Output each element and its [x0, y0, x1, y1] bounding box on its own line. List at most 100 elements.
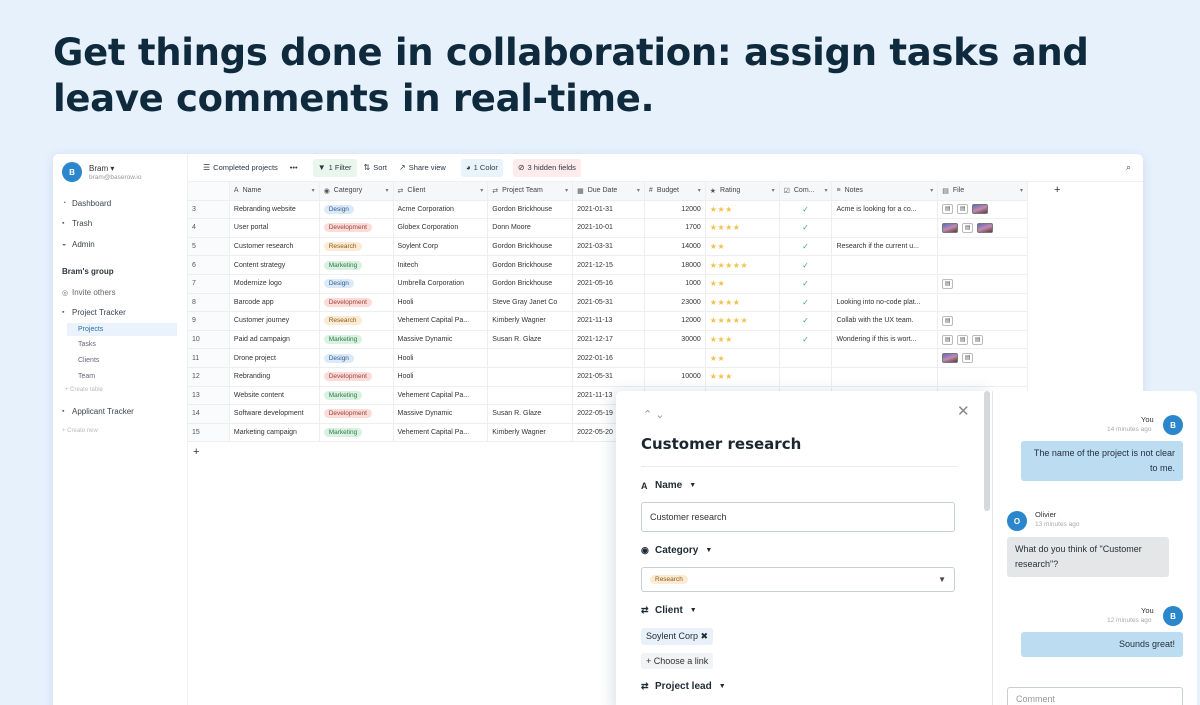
team-cell[interactable]: Gordon Brickhouse	[488, 200, 574, 219]
due-cell[interactable]: 2021-05-16	[573, 274, 645, 293]
column-header[interactable]: ☑ Com... ▾	[780, 182, 833, 200]
table-row[interactable]: 6 Content strategy Marketing Initech Gordon …	[188, 256, 1028, 275]
file-cell[interactable]: ▤	[938, 349, 1028, 367]
category-cell[interactable]: Design	[320, 274, 394, 293]
due-cell[interactable]: 2021-12-15	[573, 256, 645, 274]
client-link-chip[interactable]: Soylent Corp ✖	[641, 628, 714, 645]
notes-cell[interactable]	[832, 349, 939, 367]
table-row[interactable]: 10 Paid ad campaign Marketing Massive Dynam…	[188, 330, 1028, 350]
name-cell[interactable]: Software development	[230, 405, 320, 423]
name-cell[interactable]: Barcode app	[230, 293, 320, 312]
team-cell[interactable]: Donn Moore	[488, 219, 574, 237]
budget-cell[interactable]: 1000	[645, 274, 706, 293]
client-cell[interactable]: Hooli	[394, 349, 489, 367]
file-cell[interactable]: ▤	[938, 312, 1028, 330]
name-cell[interactable]: Rebranding	[230, 367, 320, 386]
complete-checkbox[interactable]: ✓	[780, 274, 833, 293]
name-cell[interactable]: User portal	[230, 219, 320, 237]
document-icon[interactable]: ▤	[972, 334, 984, 345]
sidebar-item-trash[interactable]: ▪ Trash	[62, 219, 92, 228]
view-more-button[interactable]: •••	[285, 159, 303, 177]
sidebar-table-projects[interactable]: Projects	[67, 323, 177, 336]
scrollbar[interactable]	[984, 391, 990, 511]
document-icon[interactable]: ▤	[962, 353, 974, 364]
category-cell[interactable]: Marketing	[320, 330, 394, 349]
sidebar-table-tasks[interactable]: Tasks	[78, 341, 96, 348]
rating-cell[interactable]: ★★★★★	[706, 312, 780, 330]
notes-cell[interactable]: Research if the current u...	[832, 237, 939, 256]
file-cell[interactable]: ▤	[938, 219, 1028, 237]
view-selector[interactable]: ☰ Completed projects	[198, 159, 283, 177]
complete-checkbox[interactable]	[780, 349, 833, 367]
team-cell[interactable]: Kimberly Wagner	[488, 423, 574, 442]
notes-cell[interactable]	[832, 274, 939, 293]
client-cell[interactable]: Massive Dynamic	[394, 330, 489, 349]
add-row-button[interactable]: +	[193, 446, 199, 458]
due-cell[interactable]: 2021-01-31	[573, 200, 645, 219]
rating-cell[interactable]: ★★	[706, 349, 780, 367]
budget-cell[interactable]: 18000	[645, 256, 706, 274]
budget-cell[interactable]	[645, 349, 706, 367]
column-header[interactable]: ▤ File ▾	[938, 182, 1028, 200]
team-cell[interactable]	[488, 349, 574, 367]
hidden-fields-button[interactable]: ⊘ 3 hidden fields	[512, 158, 581, 177]
due-cell[interactable]: 2021-03-31	[573, 237, 645, 256]
notes-cell[interactable]	[832, 219, 939, 237]
create-table-link[interactable]: + Create table	[65, 387, 103, 393]
document-icon[interactable]: ▤	[942, 278, 954, 289]
complete-checkbox[interactable]: ✓	[780, 312, 833, 330]
name-cell[interactable]: Customer research	[230, 237, 320, 256]
add-field-button[interactable]: +	[1054, 184, 1060, 196]
file-cell[interactable]	[938, 367, 1028, 386]
category-cell[interactable]: Development	[320, 405, 394, 423]
image-thumbnail-icon[interactable]	[972, 204, 989, 215]
team-cell[interactable]: Gordon Brickhouse	[488, 237, 574, 256]
complete-checkbox[interactable]: ✓	[780, 256, 833, 274]
due-cell[interactable]: 2021-05-31	[573, 367, 645, 386]
rating-cell[interactable]: ★★★	[706, 367, 780, 386]
file-cell[interactable]	[938, 237, 1028, 256]
team-cell[interactable]: Susan R. Glaze	[488, 330, 574, 349]
close-icon[interactable]: ✕	[957, 402, 970, 420]
rating-cell[interactable]: ★★★★★	[706, 256, 780, 274]
category-cell[interactable]: Research	[320, 312, 394, 330]
file-cell[interactable]: ▤ ▤ ▤	[938, 330, 1028, 349]
table-row[interactable]: 5 Customer research Research Soylent Corp Go…	[188, 237, 1028, 257]
due-cell[interactable]: 2021-12-17	[573, 330, 645, 349]
comment-input[interactable]: Comment	[1007, 687, 1183, 705]
sidebar-table-team[interactable]: Team	[78, 373, 95, 380]
client-cell[interactable]: Soylent Corp	[394, 237, 489, 256]
image-thumbnail-icon[interactable]	[977, 222, 994, 233]
name-cell[interactable]: Website content	[230, 386, 320, 405]
complete-checkbox[interactable]: ✓	[780, 219, 833, 237]
client-cell[interactable]: Vehement Capital Pa...	[394, 386, 489, 405]
category-select[interactable]: Research ▼	[641, 567, 955, 592]
complete-checkbox[interactable]: ✓	[780, 330, 833, 349]
document-icon[interactable]: ▤	[942, 315, 954, 326]
budget-cell[interactable]: 30000	[645, 330, 706, 349]
budget-cell[interactable]: 12000	[645, 200, 706, 219]
table-row[interactable]: 9 Customer journey Research Vehement Capita…	[188, 312, 1028, 331]
column-header[interactable]: ⇄ Project Team ▾	[488, 182, 574, 200]
document-icon[interactable]: ▤	[962, 222, 974, 233]
due-cell[interactable]: 2021-11-13	[573, 312, 645, 330]
field-label-project-lead[interactable]: ⇄ Project lead ▼	[641, 681, 726, 692]
team-cell[interactable]: Kimberly Wagner	[488, 312, 574, 330]
document-icon[interactable]: ▤	[957, 204, 969, 215]
filter-button[interactable]: ▼ 1 Filter	[312, 158, 357, 177]
color-button[interactable]: ◕ 1 Color	[460, 158, 503, 177]
client-cell[interactable]: Acme Corporation	[394, 200, 489, 219]
due-cell[interactable]: 2022-01-16	[573, 349, 645, 367]
due-cell[interactable]: 2021-10-01	[573, 219, 645, 237]
client-cell[interactable]: Umbrella Corporation	[394, 274, 489, 293]
complete-checkbox[interactable]: ✓	[780, 293, 833, 312]
file-cell[interactable]	[938, 293, 1028, 312]
rating-cell[interactable]: ★★	[706, 237, 780, 256]
team-cell[interactable]: Susan R. Glaze	[488, 405, 574, 423]
table-row[interactable]: 8 Barcode app Development Hooli Steve Gray J…	[188, 293, 1028, 313]
image-thumbnail-icon[interactable]	[942, 222, 959, 233]
column-header[interactable]: A Name ▾	[230, 182, 320, 200]
column-header[interactable]: ★ Rating ▾	[706, 182, 780, 200]
column-header[interactable]: ▦ Due Date ▾	[573, 182, 645, 200]
field-label-name[interactable]: A Name ▼	[641, 480, 696, 491]
